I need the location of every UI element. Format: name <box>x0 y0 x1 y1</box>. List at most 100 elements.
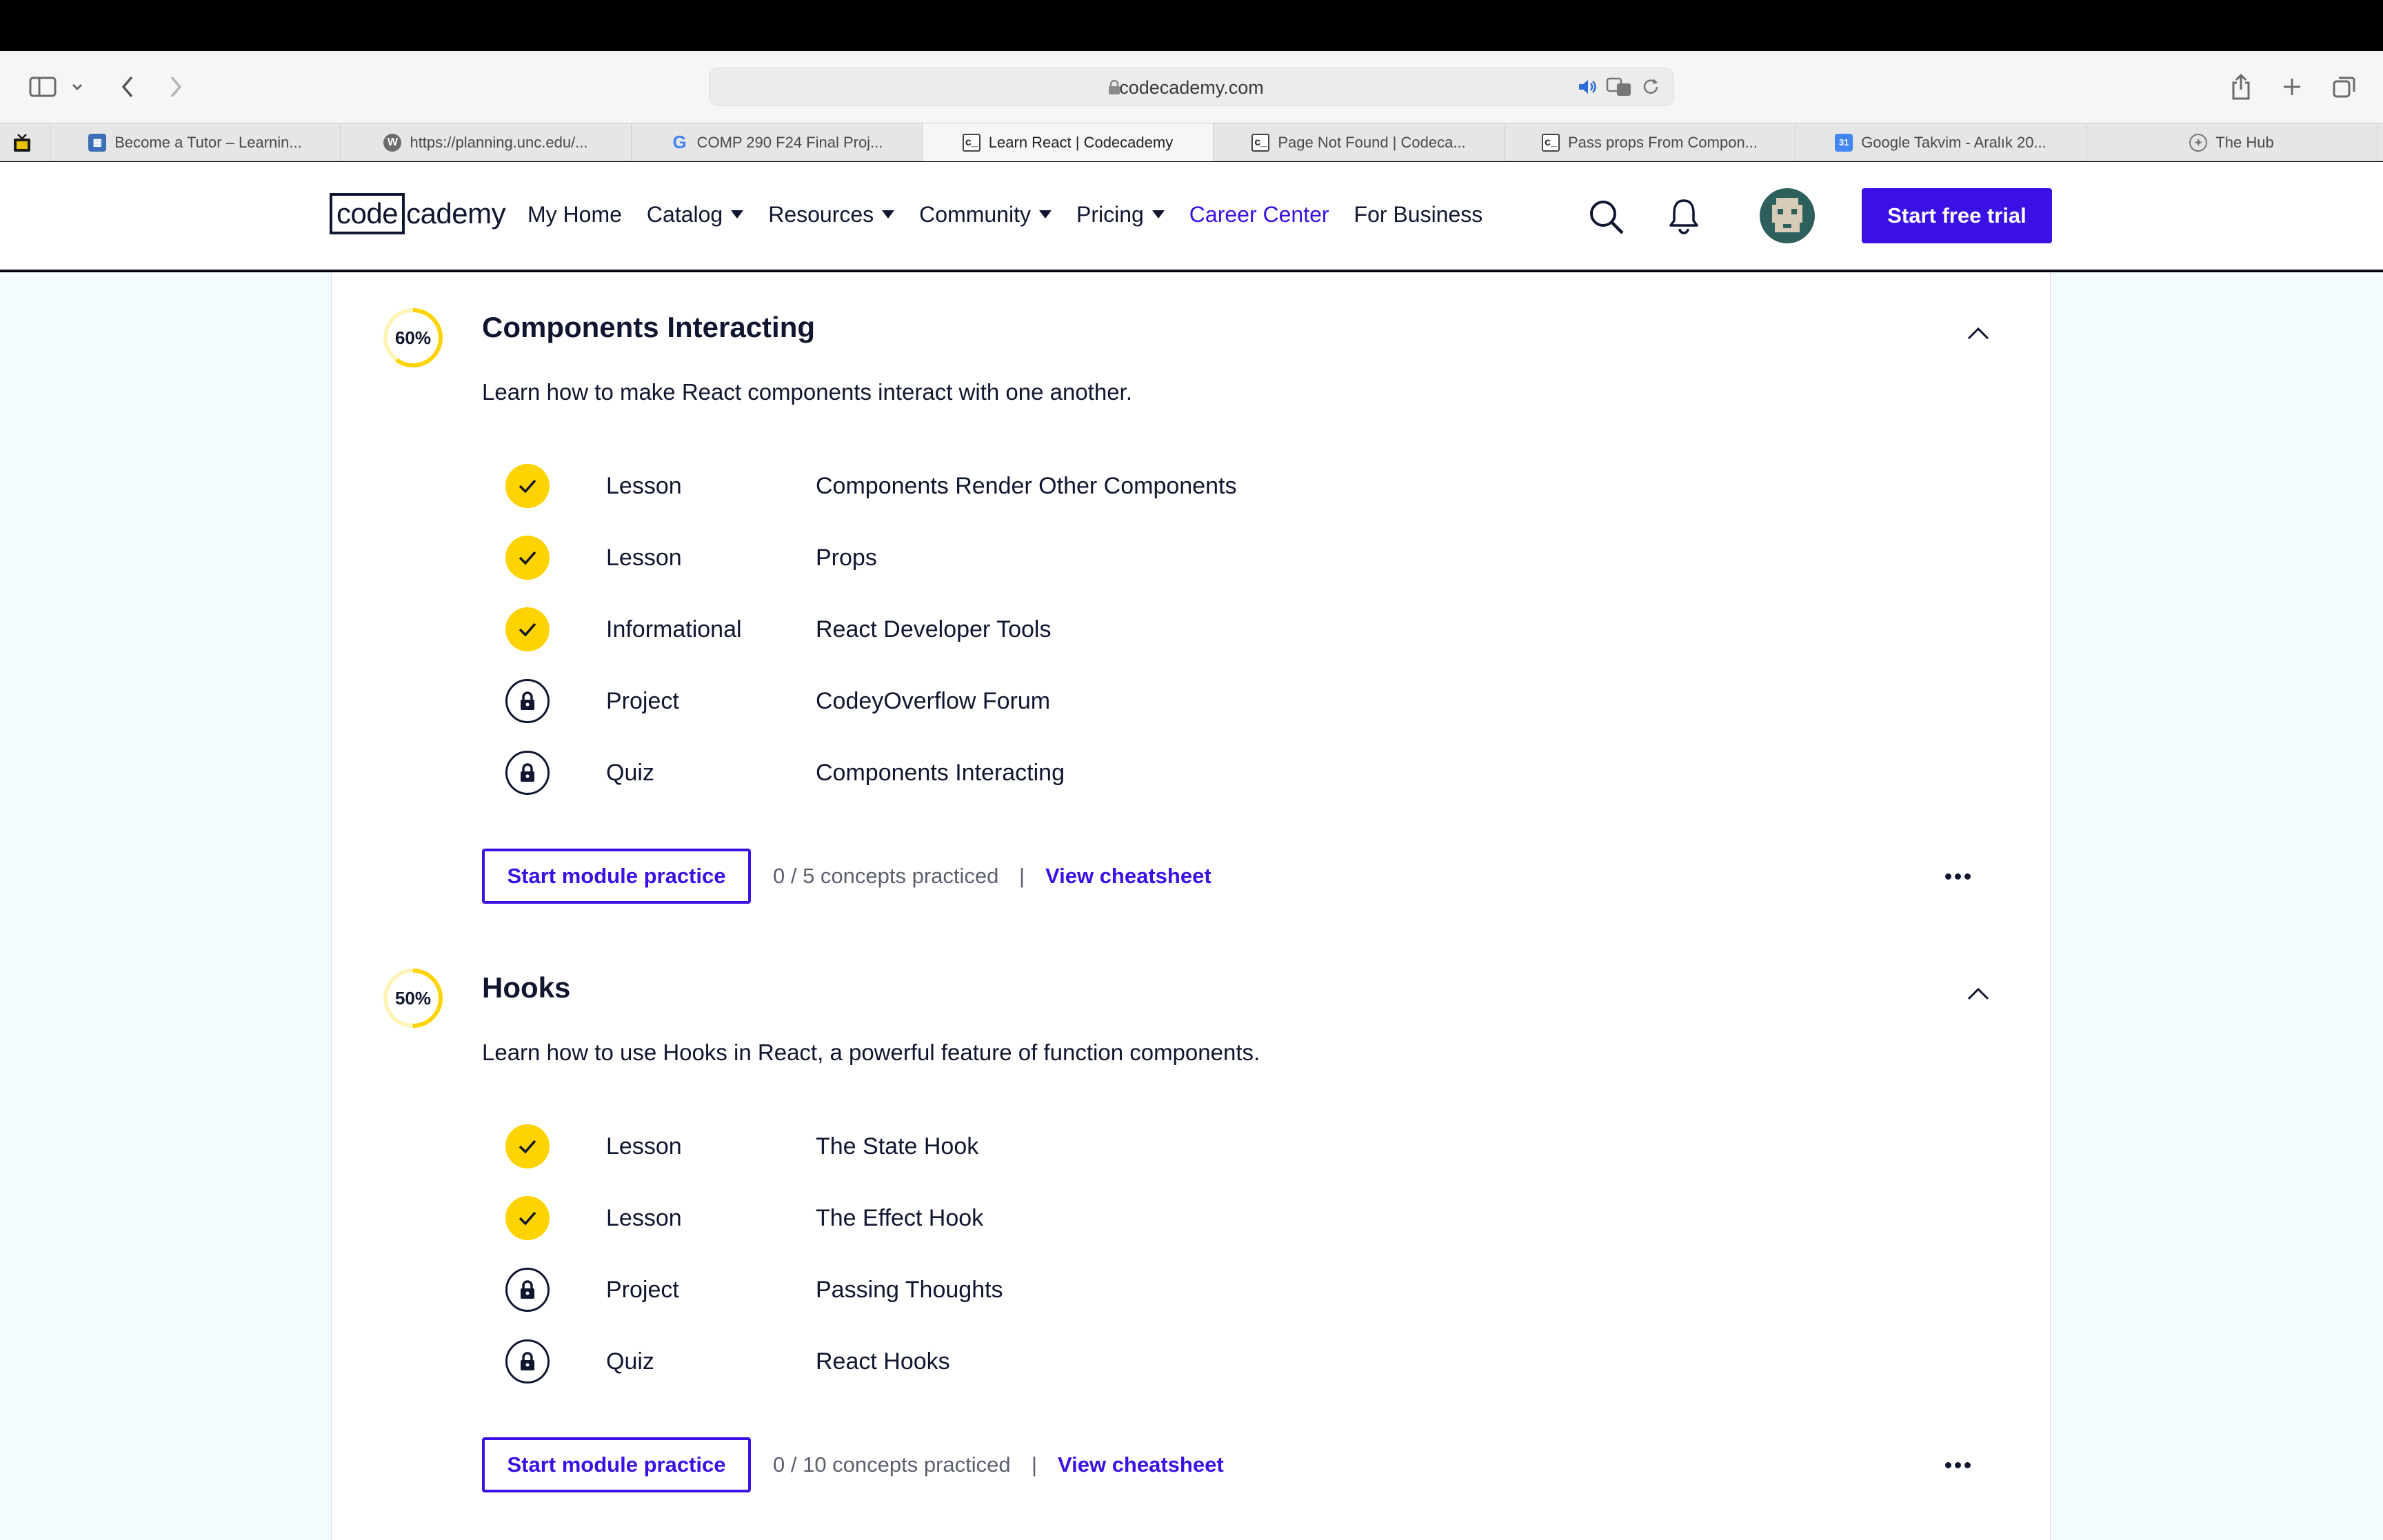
item-type-label: Quiz <box>606 1348 654 1375</box>
item-title-link[interactable]: CodeyOverflow Forum <box>816 665 1050 737</box>
browser-tab-label: Become a Tutor – Learnin... <box>114 133 302 151</box>
avatar[interactable] <box>1760 188 1815 243</box>
nav-career-center[interactable]: Career Center <box>1189 202 1329 227</box>
browser-tab-label: Page Not Found | Codeca... <box>1278 133 1466 151</box>
item-title-link[interactable]: The Effect Hook <box>816 1182 983 1254</box>
item-title-link[interactable]: Components Render Other Components <box>816 450 1236 522</box>
check-icon <box>505 607 550 651</box>
nav-my-home[interactable]: My Home <box>527 202 622 227</box>
module-item[interactable]: Quiz React Hooks <box>505 1326 1609 1397</box>
module-item[interactable]: Lesson Components Render Other Components <box>505 450 1609 522</box>
lock-icon <box>505 1268 550 1312</box>
browser-tab[interactable]: ✦ The Hub <box>2087 123 2377 161</box>
module-item[interactable]: Project CodeyOverflow Forum <box>505 665 1609 737</box>
nav-pricing[interactable]: Pricing <box>1076 202 1165 227</box>
nav-resources[interactable]: Resources <box>768 201 895 227</box>
tutor-favicon-icon: ▦ <box>88 133 107 152</box>
chevron-down-icon[interactable] <box>69 68 86 106</box>
caret-down-icon <box>882 210 895 219</box>
item-type-label: Lesson <box>606 1133 682 1159</box>
view-cheatsheet-link[interactable]: View cheatsheet <box>1058 1437 1224 1492</box>
bell-icon[interactable] <box>1667 196 1700 239</box>
module-item[interactable]: Lesson The State Hook <box>505 1111 1609 1182</box>
chevron-up-icon[interactable] <box>1962 316 1995 349</box>
nav-my-home-label: My Home <box>527 201 622 227</box>
page-content: 60% Components Interacting Learn how to ma… <box>0 272 2383 1540</box>
nav-community[interactable]: Community <box>919 202 1052 227</box>
lock-icon <box>505 1339 550 1384</box>
tab-list: ▦ Become a Tutor – Learnin... Whttps://pla… <box>50 123 2377 162</box>
more-options-icon[interactable] <box>1937 1452 1978 1477</box>
browser-tab-label: Google Takvim - Aralık 20... <box>1861 133 2047 151</box>
module-description: Learn how to use Hooks in React, a power… <box>482 1040 1260 1065</box>
caret-down-icon <box>731 210 744 219</box>
browser-tab-label: The Hub <box>2215 133 2274 151</box>
separator: | <box>1019 864 1025 888</box>
course-module: 50% Hooks Learn how to use Hooks in React,… <box>332 933 2051 1540</box>
start-module-practice-button[interactable]: Start module practice <box>482 849 751 904</box>
module-item[interactable]: Informational React Developer Tools <box>505 594 1609 665</box>
sidebar-toggle-icon[interactable] <box>28 68 58 106</box>
item-title-link[interactable]: Passing Thoughts <box>816 1254 1003 1326</box>
more-options-icon[interactable] <box>1937 864 1978 889</box>
nav-for-business[interactable]: For Business <box>1354 202 1483 227</box>
nav-catalog[interactable]: Catalog <box>646 201 744 227</box>
main-nav: My Home Catalog Resources Community Pric… <box>527 194 1507 235</box>
nav-pricing-label: Pricing <box>1076 201 1144 227</box>
start-module-practice-button[interactable]: Start module practice <box>482 1437 751 1492</box>
browser-tab[interactable]: G COMP 290 F24 Final Proj... <box>632 123 923 161</box>
module-title[interactable]: Hooks <box>482 971 570 1004</box>
back-arrow-icon[interactable] <box>116 68 139 106</box>
logo-text: cademy <box>406 197 506 230</box>
translate-icon[interactable] <box>1606 77 1632 101</box>
item-type-label: Project <box>606 1277 679 1303</box>
item-title-link[interactable]: React Developer Tools <box>816 594 1051 665</box>
module-item[interactable]: Lesson Props <box>505 522 1609 594</box>
module-description: Learn how to make React components inter… <box>482 379 1132 405</box>
codecademy-favicon-icon: c_ <box>1251 133 1270 152</box>
browser-tab-label: Pass props From Compon... <box>1567 133 1758 151</box>
module-item[interactable]: Project Passing Thoughts <box>505 1254 1609 1326</box>
browser-tab-label: COMP 290 F24 Final Proj... <box>696 133 883 151</box>
chevron-up-icon[interactable] <box>1962 977 1995 1010</box>
new-tab-plus-icon[interactable] <box>2278 68 2306 106</box>
check-icon <box>505 1124 550 1168</box>
item-type-label: Lesson <box>606 1205 682 1231</box>
browser-tab[interactable]: c_ Pass props From Compon... <box>1505 123 1796 161</box>
search-icon[interactable] <box>1587 198 1626 240</box>
item-title-link[interactable]: React Hooks <box>816 1326 950 1397</box>
nav-resources-label: Resources <box>768 201 874 227</box>
pinned-tab-tv-icon[interactable] <box>11 133 33 154</box>
module-item[interactable]: Quiz Components Interacting <box>505 737 1609 809</box>
browser-tab[interactable]: Whttps://planning.unc.edu/... <box>341 123 632 161</box>
speaker-icon[interactable] <box>1577 77 1598 101</box>
browser-tab[interactable]: c_ Learn React | Codecademy <box>923 123 1214 161</box>
browser-toolbar: codecademy.com <box>0 51 2383 123</box>
browser-tab[interactable]: ▦ Become a Tutor – Learnin... <box>50 123 341 161</box>
start-free-trial-button[interactable]: Start free trial <box>1862 188 2052 243</box>
share-icon[interactable] <box>2227 68 2255 106</box>
hub-favicon-icon: ✦ <box>2189 133 2208 152</box>
view-cheatsheet-link[interactable]: View cheatsheet <box>1045 849 1211 904</box>
module-title[interactable]: Components Interacting <box>482 311 815 344</box>
module-item-list: Lesson The State Hook Lesson The Effect Hoo… <box>505 1111 1609 1397</box>
browser-tab-label: https://planning.unc.edu/... <box>410 133 588 151</box>
tab-overview-icon[interactable] <box>2329 68 2360 106</box>
browser-tab[interactable]: c_ Page Not Found | Codeca... <box>1214 123 1505 161</box>
codecademy-logo[interactable]: code cademy <box>330 192 506 235</box>
separator: | <box>1032 1452 1038 1477</box>
caret-down-icon <box>1152 210 1165 219</box>
forward-arrow-icon[interactable] <box>164 68 188 106</box>
nav-catalog-label: Catalog <box>646 201 723 227</box>
item-type-label: Informational <box>606 616 742 642</box>
browser-tab[interactable]: 31 Google Takvim - Aralık 20... <box>1796 123 2087 161</box>
concepts-practiced-text: 0 / 10 concepts practiced <box>773 1452 1011 1477</box>
address-bar[interactable]: codecademy.com <box>709 68 1674 106</box>
item-title-link[interactable]: Props <box>816 522 877 594</box>
progress-percent: 50% <box>394 987 432 1009</box>
item-title-link[interactable]: The State Hook <box>816 1111 978 1182</box>
module-item[interactable]: Lesson The Effect Hook <box>505 1182 1609 1254</box>
concepts-practiced-text: 0 / 5 concepts practiced <box>773 864 999 888</box>
item-title-link[interactable]: Components Interacting <box>816 737 1065 809</box>
reload-icon[interactable] <box>1640 77 1661 101</box>
